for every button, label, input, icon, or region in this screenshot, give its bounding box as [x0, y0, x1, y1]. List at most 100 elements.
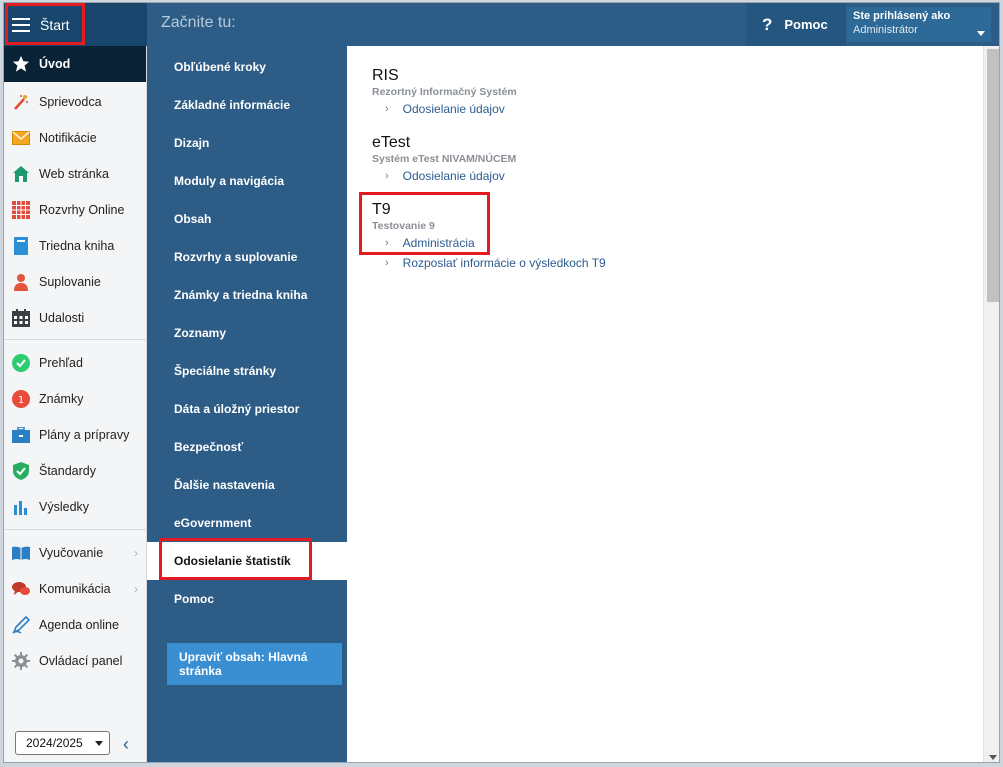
- sidebar-item-znamky[interactable]: 1 Známky: [4, 381, 146, 417]
- grade-circle-icon: 1: [12, 390, 30, 408]
- start-label: Štart: [40, 16, 70, 33]
- collapse-sidebar-icon[interactable]: ‹: [123, 734, 129, 755]
- school-year-value: 2024/2025: [26, 736, 83, 750]
- sidebar-item-label: Ovládací panel: [39, 654, 123, 668]
- sidebar-item-suplovanie[interactable]: Suplovanie: [4, 264, 146, 300]
- section-subtitle-etest: Systém eTest NIVAM/NÚCEM: [372, 153, 517, 165]
- sidebar-item-standardy[interactable]: Štandardy: [4, 453, 146, 489]
- help-label: Pomoc: [784, 17, 828, 32]
- menu-item-oblubene-kroky[interactable]: Obľúbené kroky: [147, 48, 347, 86]
- chevron-right-icon: ›: [385, 103, 389, 115]
- menu-item-zoznamy[interactable]: Zoznamy: [147, 314, 347, 352]
- gear-icon: [12, 652, 30, 670]
- sidebar-item-triedna-kniha[interactable]: Triedna kniha: [4, 228, 146, 264]
- link-label: Rozposlať informácie o výsledkoch T9: [402, 256, 606, 270]
- sidebar-item-vyucovanie[interactable]: Vyučovanie ›: [4, 535, 146, 571]
- chevron-right-icon: ›: [385, 170, 389, 182]
- top-bar: Štart Začnite tu: ? Pomoc Ste prihlásený…: [4, 3, 999, 46]
- sidebar-item-web-stranka[interactable]: Web stránka: [4, 156, 146, 192]
- sidebar-item-label: Známky: [39, 392, 84, 406]
- sidebar-item-label: Úvod: [39, 57, 71, 71]
- vertical-scrollbar[interactable]: [983, 46, 999, 762]
- link-t9-administracia[interactable]: › Administrácia: [385, 236, 475, 250]
- pen-icon: [12, 616, 30, 634]
- section-title-etest: eTest: [372, 134, 411, 151]
- menu-item-rozvrhy-a-suplovanie[interactable]: Rozvrhy a suplovanie: [147, 238, 347, 276]
- chevron-down-icon: [95, 741, 103, 746]
- sidebar-item-label: Agenda online: [39, 618, 119, 632]
- menu-item-specialne-stranky[interactable]: Špeciálne stránky: [147, 352, 347, 390]
- sidebar-item-label: Web stránka: [39, 167, 109, 181]
- check-circle-icon: [12, 354, 30, 372]
- sidebar-item-label: Komunikácia: [39, 582, 111, 596]
- menu-item-egovernment[interactable]: eGovernment: [147, 504, 347, 542]
- menu-item-zakladne-informacie[interactable]: Základné informácie: [147, 86, 347, 124]
- scrollbar-thumb[interactable]: [987, 49, 999, 302]
- user-role: Administrátor: [853, 24, 918, 36]
- sidebar-item-sprievodca[interactable]: Sprievodca: [4, 84, 146, 120]
- menu-item-odosielanie-statistik[interactable]: Odosielanie štatistík: [147, 542, 347, 580]
- chevron-right-icon: ›: [134, 546, 138, 560]
- envelope-icon: [12, 129, 30, 147]
- link-label: Administrácia: [402, 236, 475, 250]
- sidebar-item-notifikacie[interactable]: Notifikácie: [4, 120, 146, 156]
- chat-bubbles-icon: [12, 580, 30, 598]
- menu-item-bezpecnost[interactable]: Bezpečnosť: [147, 428, 347, 466]
- start-menu-button[interactable]: Štart: [4, 3, 147, 46]
- sidebar: Úvod Sprievodca Notifikácie Web stránka …: [4, 46, 147, 762]
- sidebar-item-ovladaci-panel[interactable]: Ovládací panel: [4, 643, 146, 679]
- sidebar-item-label: Výsledky: [39, 500, 90, 514]
- sidebar-item-agenda-online[interactable]: Agenda online: [4, 607, 146, 643]
- menu-item-data-a-ulozny-priestor[interactable]: Dáta a úložný priestor: [147, 390, 347, 428]
- link-label: Odosielanie údajov: [402, 102, 505, 116]
- star-icon: [12, 55, 30, 73]
- settings-menu: Obľúbené kroky Základné informácie Dizaj…: [147, 46, 347, 762]
- menu-item-moduly-a-navigacia[interactable]: Moduly a navigácia: [147, 162, 347, 200]
- section-title-t9: T9: [372, 201, 391, 218]
- sidebar-item-rozvrhy-online[interactable]: Rozvrhy Online: [4, 192, 146, 228]
- question-mark-icon: ?: [762, 14, 773, 34]
- sidebar-item-plany-a-pripravy[interactable]: Plány a prípravy: [4, 417, 146, 453]
- chevron-right-icon: ›: [385, 237, 389, 249]
- sidebar-item-prehlad[interactable]: Prehľad: [4, 345, 146, 381]
- sidebar-item-udalosti[interactable]: Udalosti: [4, 300, 146, 336]
- section-title-ris: RIS: [372, 67, 399, 84]
- sidebar-item-label: Notifikácie: [39, 131, 97, 145]
- sidebar-item-label: Prehľad: [39, 356, 83, 370]
- user-menu[interactable]: Ste prihlásený ako Administrátor: [847, 7, 991, 42]
- sidebar-item-label: Vyučovanie: [39, 546, 104, 560]
- sidebar-item-label: Udalosti: [39, 311, 85, 325]
- bar-chart-icon: [12, 498, 30, 516]
- sidebar-item-label: Sprievodca: [39, 95, 102, 109]
- sidebar-item-label: Suplovanie: [39, 275, 101, 289]
- link-ris-odosielanie-udajov[interactable]: › Odosielanie údajov: [385, 102, 505, 116]
- menu-item-znamky-a-triedna-kniha[interactable]: Známky a triedna kniha: [147, 276, 347, 314]
- menu-item-dizajn[interactable]: Dizajn: [147, 124, 347, 162]
- briefcase-icon: [12, 426, 30, 444]
- link-label: Odosielanie údajov: [402, 169, 505, 183]
- person-icon: [12, 273, 30, 291]
- menu-item-obsah[interactable]: Obsah: [147, 200, 347, 238]
- sidebar-item-komunikacia[interactable]: Komunikácia ›: [4, 571, 146, 607]
- sidebar-item-vysledky[interactable]: Výsledky: [4, 489, 146, 525]
- sidebar-item-label: Štandardy: [39, 464, 96, 478]
- link-etest-odosielanie-udajov[interactable]: › Odosielanie údajov: [385, 169, 505, 183]
- school-year-select[interactable]: 2024/2025: [15, 731, 110, 755]
- app-window: Štart Začnite tu: ? Pomoc Ste prihlásený…: [3, 2, 1000, 763]
- sidebar-item-label: Plány a prípravy: [39, 428, 130, 442]
- edit-content-button[interactable]: Upraviť obsah: Hlavná stránka: [167, 643, 342, 685]
- calendar-icon: [12, 309, 30, 327]
- menu-item-dalsie-nastavenia[interactable]: Ďalšie nastavenia: [147, 466, 347, 504]
- house-icon: [12, 165, 30, 183]
- menu-item-pomoc[interactable]: Pomoc: [147, 580, 347, 618]
- book-icon: [12, 237, 30, 255]
- sidebar-item-label: Rozvrhy Online: [39, 203, 125, 217]
- sidebar-item-uvod[interactable]: Úvod: [4, 46, 146, 82]
- chevron-right-icon: ›: [134, 582, 138, 596]
- scroll-down-arrow-icon[interactable]: [989, 755, 997, 760]
- logged-in-label: Ste prihlásený ako: [853, 10, 951, 22]
- chevron-down-icon: [977, 31, 985, 36]
- link-t9-rozposlat-informacie[interactable]: › Rozposlať informácie o výsledkoch T9: [385, 256, 606, 270]
- help-button[interactable]: ? Pomoc: [746, 3, 846, 46]
- timetable-grid-icon: [12, 201, 30, 219]
